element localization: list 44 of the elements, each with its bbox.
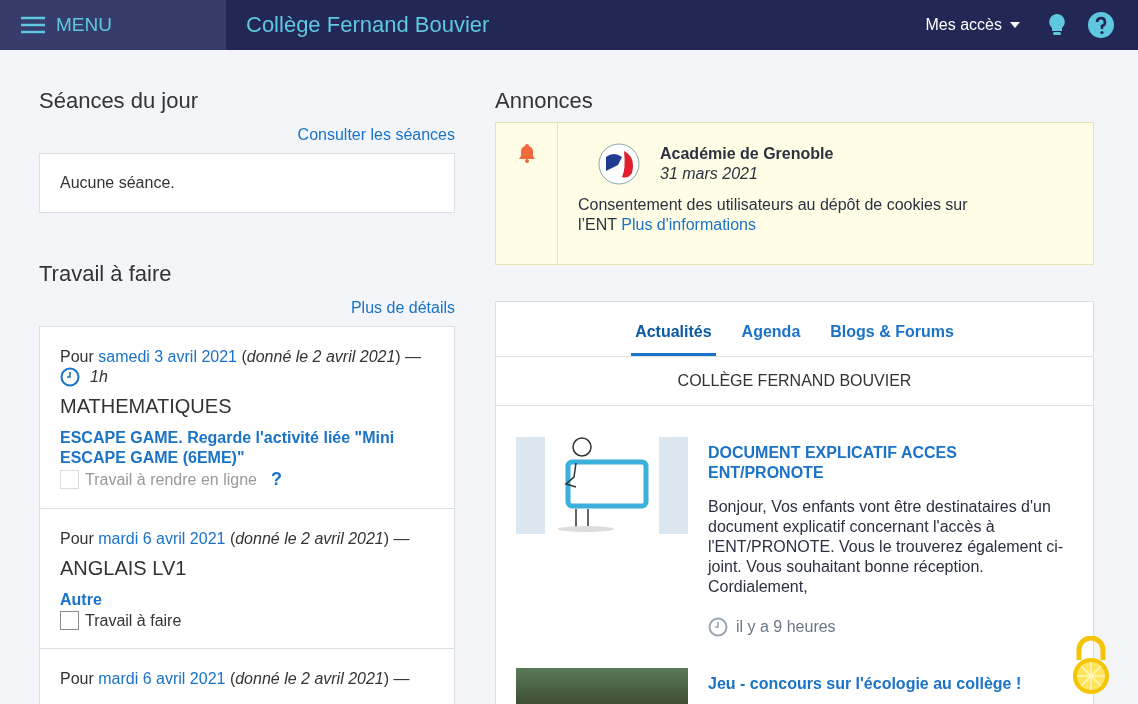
announcement-text: Consentement des utilisateurs au dépôt de cookies sur l’ENT Plus d'informations [578, 195, 969, 235]
more-info-link[interactable]: Plus d'informations [621, 216, 756, 233]
task-link[interactable]: Autre [60, 590, 434, 610]
lightbulb-icon[interactable] [1048, 13, 1066, 37]
menu-icon [20, 16, 46, 34]
news-title-link[interactable]: Jeu - concours sur l'écologie au collège ! [708, 674, 1022, 694]
bell-icon [516, 143, 537, 163]
sessions-link[interactable]: Consulter les séances [297, 126, 455, 144]
caret-icon [1010, 22, 1020, 28]
logo-icon [598, 143, 640, 185]
due-date-line: Pour samedi 3 avril 2021 (donné le 2 avril 2021) — [60, 347, 423, 367]
help-mark[interactable]: ? [270, 469, 282, 490]
author-name: Académie de Grenoble [660, 145, 834, 163]
news-tab[interactable]: Actualités [631, 320, 716, 356]
checkbox-label: Travail à faire [85, 611, 182, 630]
due-date-link[interactable]: mardi 6 avril 2021 [98, 530, 226, 547]
school-heading: COLLÈGE FERNAND BOUVIER [496, 357, 1093, 406]
due-date-link[interactable]: samedi 3 avril 2021 [98, 348, 237, 365]
news-tab[interactable]: Agenda [737, 320, 805, 356]
due-date-line: Pour mardi 6 avril 2021 (donné le 2 avril 2021) — [60, 669, 411, 689]
section-title: Séances du jour [39, 88, 199, 114]
subject-name: MATHEMATIQUES [60, 395, 233, 418]
access-menu-button[interactable]: Mes accès [919, 15, 1026, 35]
checkbox-label: Travail à rendre en ligne [85, 470, 257, 489]
checkbox[interactable] [60, 611, 79, 630]
task-link[interactable]: ESCAPE GAME. Regarde l'activité liée "Mini ESCAPE GAME (6EME)" [60, 428, 434, 468]
duration: 1h [90, 368, 108, 386]
subject-name: ANGLAIS LV1 [60, 557, 188, 580]
news-title-link[interactable]: DOCUMENT EXPLICATIF ACCES ENT/PRONOTE [708, 443, 1073, 483]
clock-icon [708, 617, 728, 637]
news-tab[interactable]: Blogs & Forums [826, 320, 958, 356]
help-icon[interactable] [1088, 12, 1114, 38]
due-date-line: Pour mardi 6 avril 2021 (donné le 2 avril 2021) — [60, 529, 411, 549]
menu-button[interactable]: MENU [0, 0, 226, 50]
news-text: Bonjour, Vos enfants vont être destinataires d'un document explicatif concernant l'accès à l'ENT/PRONOTE. Vous le trouverez également ci-joint. Vous souhaitant bonne réception. Cordialement, [708, 497, 1065, 597]
announcement-date: 31 mars 2021 [660, 165, 759, 183]
section-title: Annonces [495, 88, 594, 114]
empty-message: Aucune séance. [59, 173, 176, 193]
due-date-link[interactable]: mardi 6 avril 2021 [98, 670, 226, 687]
clock-icon [60, 367, 80, 387]
news-time: il y a 9 heures [736, 618, 836, 636]
details-link[interactable]: Plus de détails [350, 299, 455, 317]
section-title: Travail à faire [39, 261, 173, 287]
school-name: Collège Fernand Bouvier [246, 12, 491, 38]
